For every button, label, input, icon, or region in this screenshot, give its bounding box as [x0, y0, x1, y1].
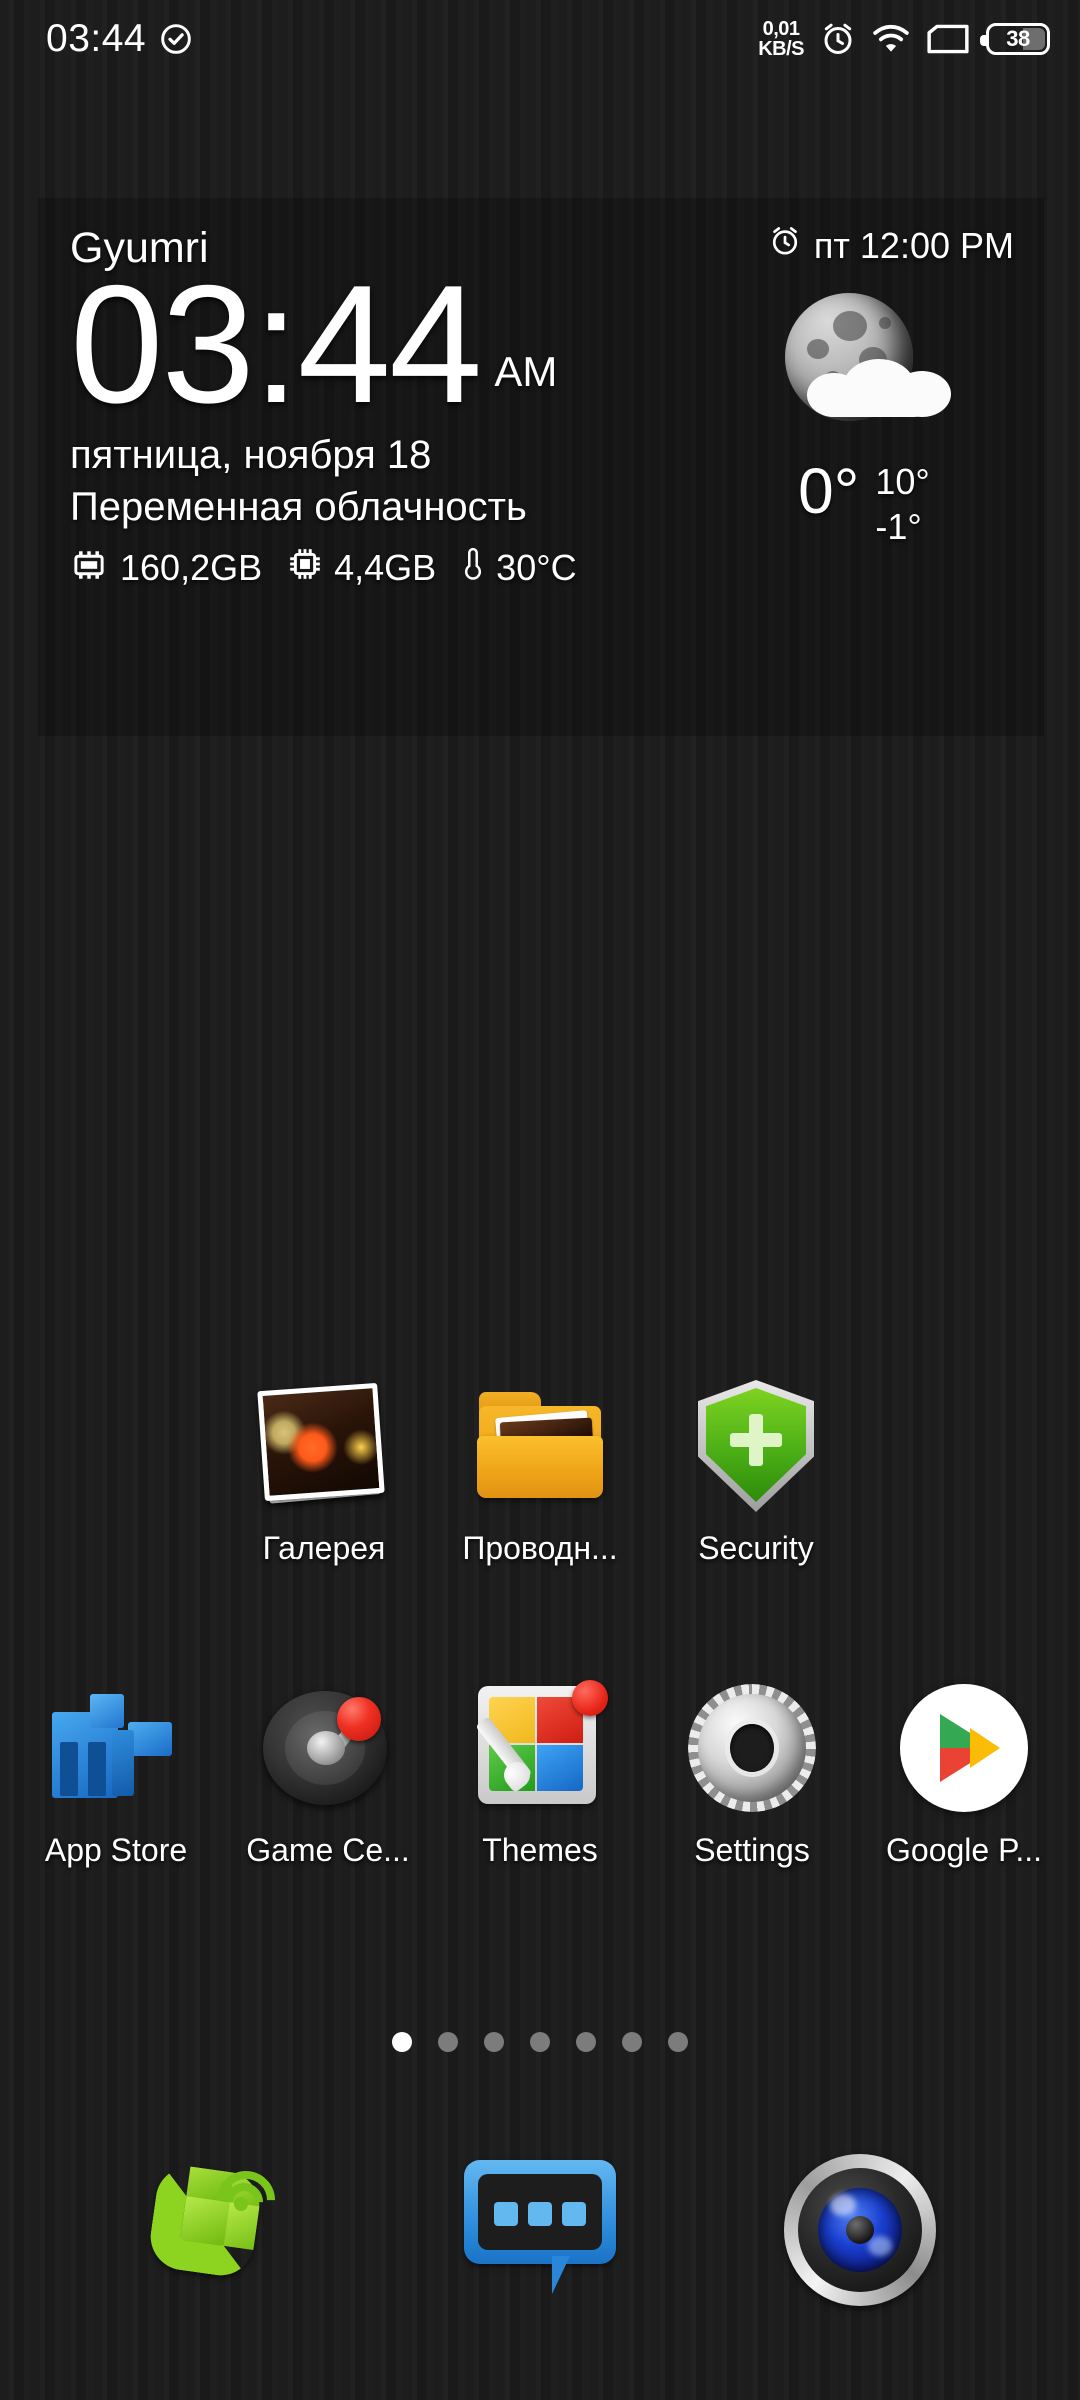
storage-stat: 160,2GB [70, 547, 262, 589]
network-speed-unit: KB/S [758, 38, 804, 60]
gallery-icon [256, 1378, 392, 1514]
mi-app-store-icon [48, 1680, 184, 1816]
page-indicator[interactable] [0, 2032, 1080, 2052]
memory-value: 4,4GB [334, 547, 437, 589]
widget-clock-time: 03:44 [70, 250, 482, 438]
app-settings[interactable]: Settings [646, 1680, 858, 1869]
cloud-shape [803, 355, 953, 417]
google-play-icon [896, 1680, 1032, 1816]
wifi-icon [872, 24, 910, 54]
widget-middle: 03:44 AM пятница, ноября 18 Переменная о… [70, 258, 1014, 590]
battery-indicator: 38 [980, 23, 1050, 55]
page-dot-3[interactable] [484, 2032, 504, 2052]
temperature-value: 30°C [496, 547, 577, 589]
cpu-chip-icon [288, 547, 322, 589]
app-gallery[interactable]: Галерея [216, 1378, 432, 1567]
app-file-explorer[interactable]: Проводн... [432, 1378, 648, 1567]
app-label: Themes [482, 1832, 598, 1868]
app-label: Google P... [886, 1832, 1042, 1868]
moon-behind-cloud-icon [769, 287, 959, 437]
widget-clock-meridiem: AM [494, 348, 558, 396]
status-bar-right: 0,01 KB/S 38 [758, 19, 1050, 59]
dock-phone[interactable] [130, 2140, 310, 2320]
widget-left-column: 03:44 AM пятница, ноября 18 Переменная о… [70, 258, 714, 590]
app-themes[interactable]: Themes [434, 1680, 646, 1869]
app-label: Проводн... [462, 1530, 618, 1566]
sms-messaging-icon [464, 2160, 616, 2300]
network-speed-value: 0,01 [762, 18, 800, 40]
page-dot-4[interactable] [530, 2032, 550, 2052]
app-label: Settings [694, 1832, 810, 1868]
home-screen: 03:44 0,01 KB/S 38 Gyumri пт 12:00 PM 03… [0, 0, 1080, 2400]
status-bar: 03:44 0,01 KB/S 38 [0, 0, 1080, 78]
themes-icon [472, 1680, 608, 1816]
app-grid-row-1: Галерея Проводн... Security [0, 1378, 1080, 1567]
game-center-joystick-icon [260, 1680, 396, 1816]
phone-dialer-icon [145, 2155, 295, 2305]
widget-date: пятница, ноября 18 [70, 433, 432, 478]
page-dot-5[interactable] [576, 2032, 596, 2052]
dock-messaging[interactable] [450, 2140, 630, 2320]
sim-card-icon [926, 23, 970, 55]
app-security[interactable]: Security [648, 1378, 864, 1567]
widget-alarm-time: пт 12:00 PM [813, 224, 1014, 266]
widget-weather-condition: Переменная облачность [70, 484, 527, 529]
widget-device-stats: 160,2GB 4,4GB 30°C [70, 547, 714, 590]
thermometer-icon [462, 547, 484, 590]
network-speed-indicator: 0,01 KB/S [758, 19, 804, 59]
widget-temperatures: 0° 10° -1° [798, 459, 930, 549]
storage-value: 160,2GB [120, 547, 263, 589]
alarm-clock-icon [820, 21, 856, 57]
page-dot-6[interactable] [622, 2032, 642, 2052]
app-grid-row-2: App Store Game Ce... Themes Settings Goo… [0, 1680, 1080, 1869]
status-bar-left: 03:44 [46, 17, 192, 61]
app-label: Галерея [262, 1530, 386, 1566]
app-label: Security [698, 1530, 814, 1566]
app-game-center[interactable]: Game Ce... [222, 1680, 434, 1869]
temperature-stat: 30°C [462, 547, 577, 590]
dock-camera[interactable] [770, 2140, 950, 2320]
current-temperature: 0° [798, 455, 860, 527]
alarm-clock-icon [768, 224, 802, 267]
app-label: Game Ce... [246, 1832, 410, 1868]
notification-badge-icon [572, 1680, 608, 1716]
storage-chip-icon [70, 547, 108, 589]
security-shield-icon [688, 1378, 824, 1514]
widget-alarm[interactable]: пт 12:00 PM [768, 224, 1014, 267]
battery-level: 38 [1006, 26, 1030, 51]
low-temperature: -1° [875, 506, 922, 547]
clock-weather-widget[interactable]: Gyumri пт 12:00 PM 03:44 AM пятница, ноя… [38, 198, 1044, 736]
page-dot-1[interactable] [392, 2032, 412, 2052]
widget-weather-column: 0° 10° -1° [714, 273, 1014, 590]
page-dot-7[interactable] [668, 2032, 688, 2052]
page-dot-2[interactable] [438, 2032, 458, 2052]
memory-stat: 4,4GB [288, 547, 436, 589]
file-explorer-icon [472, 1378, 608, 1514]
widget-clock[interactable]: 03:44 AM [70, 250, 714, 438]
temperature-range: 10° -1° [875, 459, 929, 549]
camera-lens-icon [784, 2154, 936, 2306]
check-circle-icon [160, 23, 192, 55]
app-google-play[interactable]: Google P... [858, 1680, 1070, 1869]
app-label: App Store [44, 1832, 188, 1868]
app-app-store[interactable]: App Store [10, 1680, 222, 1869]
settings-gear-icon [684, 1680, 820, 1816]
dock [0, 2130, 1080, 2330]
high-temperature: 10° [875, 461, 930, 502]
status-bar-clock: 03:44 [46, 17, 147, 60]
